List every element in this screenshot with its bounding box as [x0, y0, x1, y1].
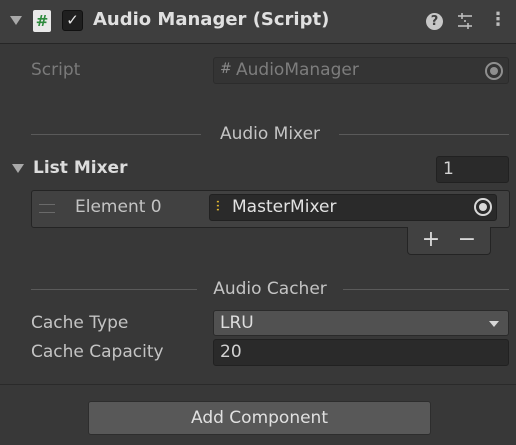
cache-capacity-label: Cache Capacity [31, 342, 164, 362]
list-size-value: 1 [443, 159, 454, 179]
list-foldout-arrow-icon[interactable] [12, 164, 24, 173]
element-0-label: Element 0 [75, 197, 162, 217]
foldout-arrow-icon[interactable] [10, 16, 22, 25]
help-icon[interactable]: ? [426, 13, 443, 30]
script-picker-icon [485, 62, 503, 80]
drag-handle-icon[interactable] [39, 204, 55, 213]
enable-checkbox[interactable]: ✓ [62, 10, 83, 31]
script-icon: # [33, 10, 51, 32]
script-value: AudioManager [236, 60, 359, 80]
add-component-button[interactable]: Add Component [88, 401, 431, 435]
script-field: # AudioManager [213, 57, 509, 84]
element-0-picker-icon[interactable] [474, 198, 492, 216]
inspector-divider [0, 384, 516, 385]
audio-mixer-icon: ⫶ [216, 199, 220, 215]
script-label: Script [31, 60, 81, 80]
section-title-audio-mixer: Audio Mixer [219, 124, 321, 144]
script-file-icon: # [220, 61, 232, 77]
component-title: Audio Manager (Script) [93, 9, 330, 30]
cache-capacity-value: 20 [220, 342, 242, 362]
list-mixer-label[interactable]: List Mixer [33, 158, 127, 178]
list-remove-button[interactable]: − [455, 228, 479, 252]
element-0-field[interactable]: ⫶ MasterMixer [209, 194, 497, 221]
list-add-button[interactable]: + [419, 228, 443, 252]
section-divider-left [31, 289, 197, 290]
presets-icon[interactable] [456, 11, 474, 31]
section-divider-left [31, 134, 201, 135]
cache-type-dropdown[interactable]: LRU [213, 310, 509, 336]
section-divider-right [339, 134, 509, 135]
context-menu-icon[interactable]: ⋮ [489, 10, 507, 32]
section-title-audio-cacher: Audio Cacher [213, 279, 327, 299]
cache-type-label: Cache Type [31, 313, 129, 333]
cache-type-value: LRU [220, 313, 254, 333]
chevron-down-icon [489, 321, 499, 327]
element-0-value: MasterMixer [232, 197, 337, 217]
section-divider-right [343, 289, 509, 290]
list-size-field[interactable]: 1 [436, 156, 509, 183]
cache-capacity-field[interactable]: 20 [213, 339, 509, 366]
